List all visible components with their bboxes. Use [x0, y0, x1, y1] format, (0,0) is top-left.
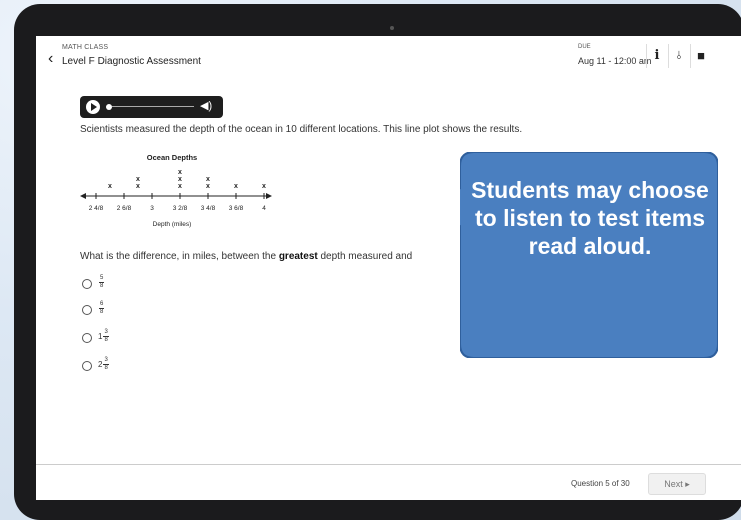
data-mark: x: [178, 169, 182, 176]
tick-label: 4: [262, 205, 266, 212]
data-mark: x: [234, 183, 238, 190]
header: ‹ MATH CLASS Level F Diagnostic Assessme…: [36, 36, 741, 76]
audio-player: ◀): [80, 96, 223, 118]
tick-label: 2 4/8: [89, 205, 104, 212]
question-text: What is the difference, in miles, betwee…: [80, 251, 412, 262]
question-text-part: What is the difference, in miles, betwee…: [80, 251, 279, 262]
data-mark: x: [206, 176, 210, 183]
data-mark: x: [262, 183, 266, 190]
info-icon[interactable]: i: [646, 44, 667, 68]
next-button[interactable]: Next ▸: [648, 473, 706, 495]
fraction: 1 38: [98, 329, 109, 344]
numerator: 3: [103, 329, 109, 337]
tick-label: 2 6/8: [117, 205, 132, 212]
whole-number: 1: [98, 332, 103, 341]
right-arrow: [266, 193, 272, 199]
fraction: 68: [98, 301, 105, 316]
due-date: Aug 11 - 12:00 am: [578, 56, 652, 66]
data-mark: x: [206, 183, 210, 190]
page-title: Level F Diagnostic Assessment: [62, 56, 201, 67]
tick-label: 3 2/8: [173, 205, 188, 212]
radio-button[interactable]: [82, 361, 92, 371]
next-button-label: Next: [664, 479, 683, 489]
denominator: 8: [104, 337, 108, 343]
left-arrow: [80, 193, 86, 199]
data-mark: x: [136, 176, 140, 183]
denominator: 8: [100, 283, 104, 289]
data-marks: x xxxxxxxx x: [108, 169, 266, 190]
fraction: 58: [98, 275, 105, 290]
numerator: 6: [99, 301, 105, 309]
paperclip-icon[interactable]: ⫰: [668, 44, 689, 68]
numerator: 3: [103, 357, 109, 365]
tick-label: 3 6/8: [229, 205, 244, 212]
back-chevron-icon[interactable]: ‹: [48, 50, 53, 68]
tick-label: 3 4/8: [201, 205, 216, 212]
data-mark: x: [178, 176, 182, 183]
radio-button[interactable]: [82, 305, 92, 315]
fraction: 2 38: [98, 357, 109, 372]
play-icon[interactable]: [86, 100, 100, 114]
question-counter: Question 5 of 30: [571, 479, 630, 488]
chart-title: Ocean Depths: [147, 153, 197, 162]
data-mark: x: [108, 183, 112, 190]
tick-labels: 2 4/8 2 6/8 3 3 2/8 3 4/8 3 6/8 4: [89, 205, 266, 212]
ocean-depth-line-plot: Ocean Depths 2 4/8 2 6/8 3 3 2/8 3 4/8 3 6/8 4…: [80, 153, 272, 228]
footer-divider: [36, 464, 741, 465]
radio-button[interactable]: [82, 279, 92, 289]
callout-text: Students may choose to listen to test it…: [471, 177, 709, 259]
audio-scrubber-handle[interactable]: [106, 104, 112, 110]
course-label: MATH CLASS: [62, 44, 109, 51]
radio-button[interactable]: [82, 333, 92, 343]
whole-number: 2: [98, 360, 103, 369]
data-mark: x: [178, 183, 182, 190]
audio-progress-track[interactable]: [112, 106, 194, 107]
question-emphasis: greatest: [278, 251, 318, 262]
camera: [390, 26, 394, 30]
tick-label: 3: [150, 205, 154, 212]
denominator: 8: [100, 309, 104, 315]
data-mark: x: [136, 183, 140, 190]
comment-icon[interactable]: ■: [690, 44, 711, 68]
volume-icon[interactable]: ◀): [200, 99, 212, 112]
denominator: 8: [104, 365, 108, 371]
x-axis-label: Depth (miles): [153, 221, 192, 228]
question-prompt: Scientists measured the depth of the oce…: [80, 124, 523, 135]
due-label: DUE: [578, 44, 591, 50]
numerator: 5: [99, 275, 105, 283]
question-text-part: depth measured and: [317, 251, 413, 262]
